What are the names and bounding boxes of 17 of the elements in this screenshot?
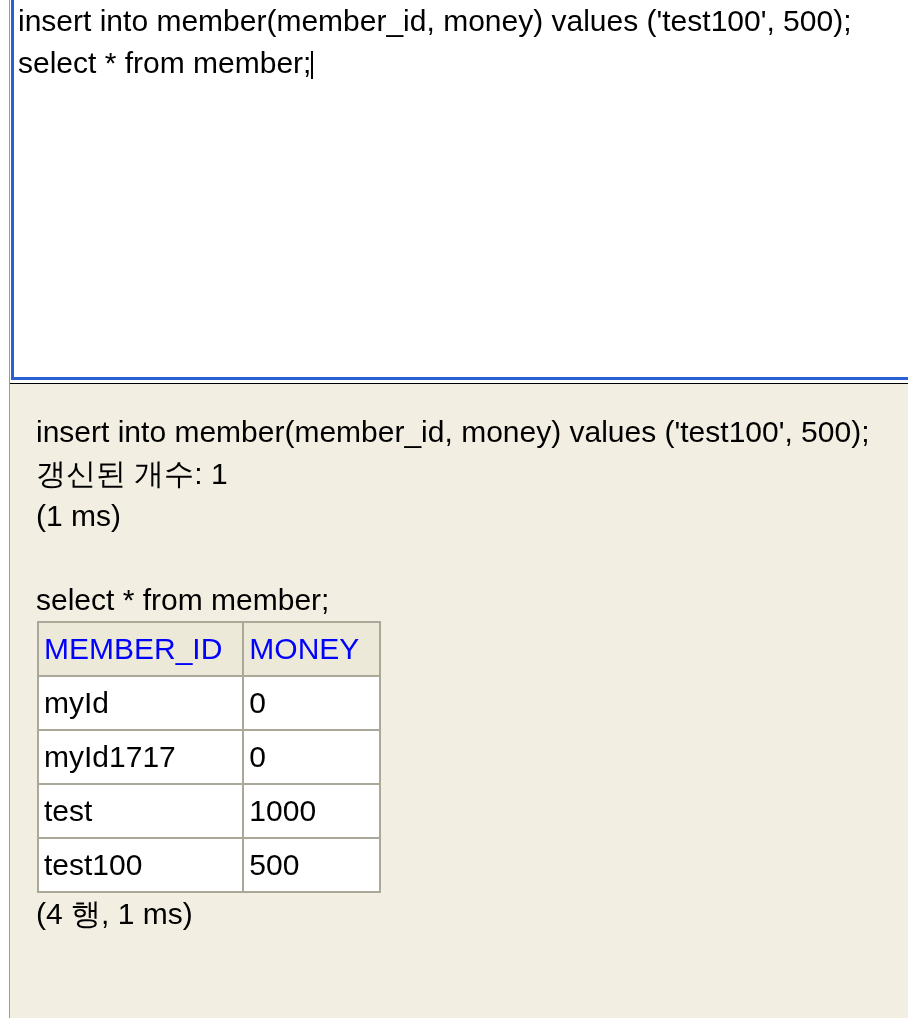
sql-statement: select * from member; (36, 582, 330, 618)
column-header: MEMBER_ID (38, 622, 244, 676)
table-cell: 1000 (243, 784, 381, 838)
table-cell: myId1717 (38, 730, 244, 784)
table-cell: 0 (243, 676, 381, 730)
table-cell: test (38, 784, 244, 838)
sql-editor[interactable]: insert into member(member_id, money) values ('test100', 500); select * from member; (11, 0, 908, 380)
table-cell: myId (38, 676, 244, 730)
text-caret-icon (311, 51, 314, 79)
timing-text: (4 행, 1 ms) (36, 896, 193, 932)
timing-text: (1 ms) (36, 498, 121, 534)
table-cell: 500 (243, 838, 381, 892)
table-cell: test100 (38, 838, 244, 892)
column-header: MONEY (243, 622, 381, 676)
sql-statement: insert into member(member_id, money) values ('test100', 500); (36, 414, 870, 450)
table-cell: 0 (243, 730, 381, 784)
update-count-text: 갱신된 개수: 1 (36, 456, 228, 492)
